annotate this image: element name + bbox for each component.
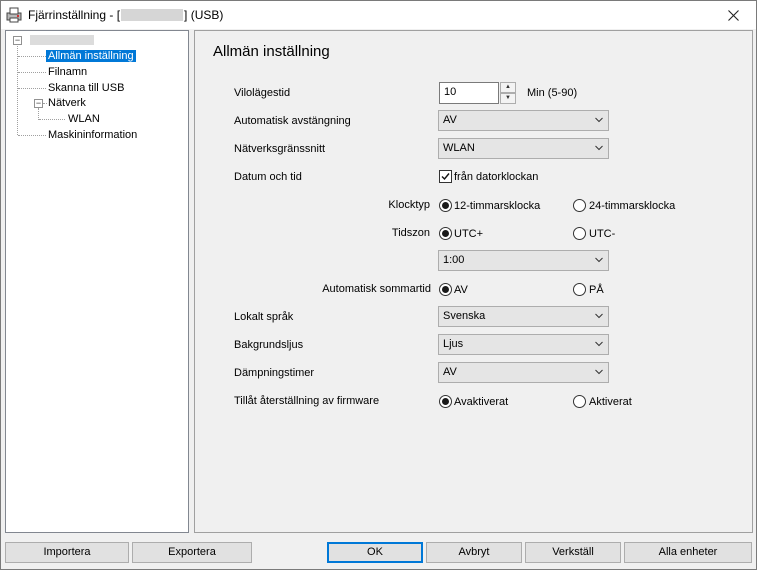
dimmer-timer-select[interactable]: AV [438,362,609,383]
chevron-down-icon [595,257,603,263]
dst-off-radio[interactable] [439,283,452,296]
backlight-label: Bakgrundsljus [234,339,304,351]
clock-12h-radio[interactable] [439,199,452,212]
dst-on-label: PÅ [589,284,604,296]
settings-tree: − Allmän inställning Filnamn Skanna till… [5,30,189,533]
firmware-reset-disabled-label: Avaktiverat [454,396,509,408]
tree-item-network[interactable]: Nätverk [48,96,86,110]
pc-clock-label: från datorklockan [454,171,539,183]
tree-root-redacted[interactable] [30,35,94,45]
chevron-down-icon [595,341,603,347]
firmware-reset-enabled-radio[interactable] [573,395,586,408]
language-label: Lokalt språk [234,311,294,323]
chevron-down-icon [595,145,603,151]
utc-minus-label: UTC- [589,228,616,240]
close-icon [727,9,739,21]
title-bar: Fjärrinställning - [] (USB) [1,1,756,29]
tree-item-wlan[interactable]: WLAN [68,112,100,126]
dst-off-label: AV [454,284,468,296]
redacted-device-name [121,9,184,21]
spin-up-arrow-icon[interactable]: ▲ [500,82,516,93]
backlight-select[interactable]: Ljus [438,334,609,355]
sleep-time-unit: Min (5-90) [527,87,578,99]
dst-label: Automatisk sommartid [322,283,431,295]
checkmark-icon [441,173,450,181]
close-button[interactable] [710,1,756,29]
tree-item-machine-info[interactable]: Maskininformation [48,128,137,142]
apply-button[interactable]: Verkställ [525,542,621,563]
clock-12h-label: 12-timmarsklocka [454,200,541,212]
sleep-time-spinner: ▲ ▼ [500,82,516,104]
import-button[interactable]: Importera [5,542,129,563]
clock-24h-radio[interactable] [573,199,586,212]
all-devices-button[interactable]: Alla enheter [624,542,752,563]
language-select[interactable]: Svenska [438,306,609,327]
collapse-root-icon[interactable]: − [13,36,22,45]
timezone-offset-select[interactable]: 1:00 [438,250,609,271]
firmware-reset-enabled-label: Aktiverat [589,396,632,408]
datetime-label: Datum och tid [234,171,302,183]
dimmer-timer-label: Dämpningstimer [234,367,315,379]
remote-setup-window: Fjärrinställning - [] (USB) − Allmän ins… [0,0,757,570]
settings-panel: Allmän inställning Vilolägestid 10 ▲ ▼ M… [194,30,753,533]
export-button[interactable]: Exportera [132,542,252,563]
pc-clock-checkbox[interactable] [439,170,452,183]
sleep-time-input[interactable]: 10 [439,82,499,104]
cancel-button[interactable]: Avbryt [426,542,522,563]
utc-minus-radio[interactable] [573,227,586,240]
panel-title: Allmän inställning [213,43,330,60]
spin-down-arrow-icon[interactable]: ▼ [500,93,516,104]
firmware-reset-label: Tillåt återställning av firmware [234,395,380,407]
network-interface-label: Nätverksgränssnitt [234,143,326,155]
network-interface-select[interactable]: WLAN [438,138,609,159]
auto-off-select[interactable]: AV [438,110,609,131]
tree-item-filename[interactable]: Filnamn [48,65,87,79]
chevron-down-icon [595,313,603,319]
chevron-down-icon [595,117,603,123]
sleep-time-label: Vilolägestid [234,87,291,99]
utc-plus-label: UTC+ [454,228,484,240]
collapse-network-icon[interactable]: − [34,99,43,108]
tree-item-general[interactable]: Allmän inställning [46,49,136,63]
tree-item-scan-to-usb[interactable]: Skanna till USB [48,81,124,95]
auto-off-label: Automatisk avstängning [234,115,351,127]
chevron-down-icon [595,369,603,375]
clock-24h-label: 24-timmarsklocka [589,200,676,212]
firmware-reset-disabled-radio[interactable] [439,395,452,408]
utc-plus-radio[interactable] [439,227,452,240]
window-title: Fjärrinställning - [] (USB) [28,8,224,22]
dst-on-radio[interactable] [573,283,586,296]
timezone-label: Tidszon [391,227,430,239]
app-printer-icon [6,7,22,23]
clock-type-label: Klocktyp [388,199,430,211]
ok-button[interactable]: OK [327,542,423,563]
